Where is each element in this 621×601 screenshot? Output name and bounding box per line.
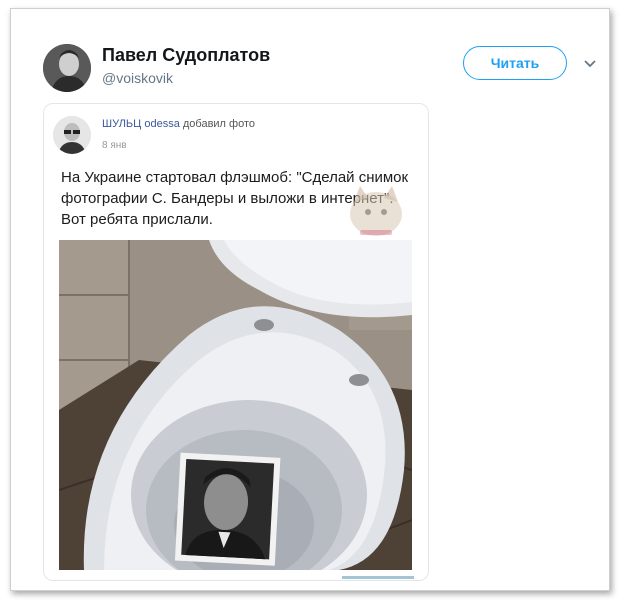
scroll-indicator: [342, 576, 414, 579]
embedded-post-card[interactable]: ШУЛЬЦ odessa добавил фото 8 янв На Украи…: [43, 103, 429, 581]
author-name[interactable]: Павел Судоплатов: [102, 45, 270, 66]
poster-name[interactable]: ШУЛЬЦ odessa: [102, 118, 180, 130]
cat-watermark-image: [344, 180, 408, 238]
screenshot-frame: Павел Судоплатов @voiskovik Читать ШУЛЬЦ…: [10, 8, 610, 591]
poster-action: добавил фото: [179, 118, 255, 130]
author-avatar[interactable]: [43, 44, 91, 92]
author-handle[interactable]: @voiskovik: [102, 70, 173, 86]
post-date: 8 янв: [102, 140, 127, 151]
follow-button[interactable]: Читать: [463, 46, 567, 80]
post-photo[interactable]: [59, 240, 412, 570]
chevron-down-icon[interactable]: [582, 55, 598, 71]
poster-line: ШУЛЬЦ odessa добавил фото: [102, 118, 255, 130]
poster-avatar[interactable]: [53, 116, 91, 154]
